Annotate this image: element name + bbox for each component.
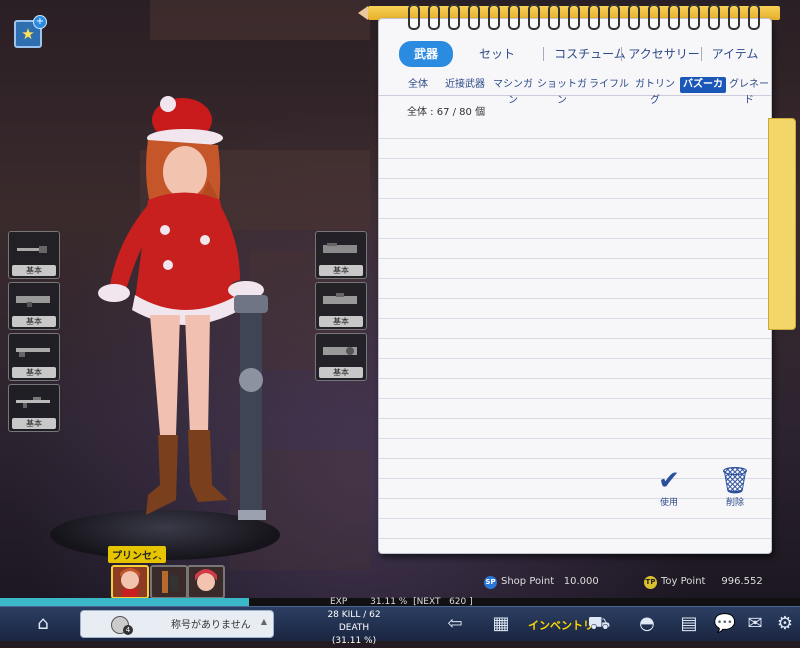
use-label: 使用 — [659, 498, 678, 508]
back-arrow-icon[interactable]: ⇦ — [442, 611, 468, 637]
subtab-melee[interactable]: 近接武器 — [443, 77, 487, 93]
subtab-all[interactable]: 全体 — [405, 77, 431, 93]
gatling-icon — [323, 243, 357, 253]
kd-ratio-text: (31.11 %) — [331, 636, 377, 646]
delete-label: 削除 — [725, 498, 744, 508]
mail-icon[interactable]: ✉ — [742, 611, 768, 637]
notebook-rings — [390, 4, 770, 30]
subtab-grenade[interactable]: グレネード — [727, 77, 771, 106]
shop-point-value: 10.000 — [563, 576, 599, 587]
favorite-button[interactable]: ★ + — [14, 15, 47, 48]
weapon-slot-left-2[interactable]: 基本 — [8, 282, 60, 330]
subtab-shotgun[interactable]: ショットガン — [537, 77, 587, 106]
title-selector[interactable]: 4 称号がありません ▲ — [80, 610, 274, 638]
tab-accessory[interactable]: アクセサリー — [623, 41, 705, 67]
chat-icon[interactable]: 💬 — [712, 611, 738, 637]
weapon-slot-left-4[interactable]: 基本 — [8, 384, 60, 432]
avatar-redhair-icon — [195, 569, 217, 591]
exp-bar-fill — [0, 598, 249, 606]
weapon-slot-right-1[interactable]: 基本 — [315, 231, 367, 279]
inventory-label[interactable]: インベントリ — [528, 617, 594, 633]
board-icon[interactable]: ▤ — [676, 611, 702, 637]
wall-block — [150, 0, 370, 40]
home-icon[interactable]: ⌂ — [30, 611, 56, 637]
kill-death-text: 28 KILL / 62 DEATH — [327, 610, 381, 633]
slot-label: 基本 — [12, 316, 56, 327]
gear-icon[interactable]: ⚙ — [772, 611, 798, 637]
shotgun-icon — [16, 348, 50, 357]
sub-tab-bar: 全体 近接武器 マシンガン ショットガン ライフル ガトリング バズーカ グレネ… — [379, 75, 771, 106]
title-text: 称号がありません — [171, 620, 251, 631]
weapon-slot-right-3[interactable]: 基本 — [315, 333, 367, 381]
speaker-icon[interactable]: ◀) — [152, 546, 166, 560]
launcher-icon — [323, 293, 357, 304]
character-select-3[interactable] — [187, 565, 225, 599]
ruled-paper — [379, 119, 771, 553]
subtab-rifle[interactable]: ライフル — [589, 77, 629, 93]
level-badge: 4 — [123, 625, 133, 635]
tab-set[interactable]: セット — [471, 41, 523, 67]
trash-icon: 🗑 — [718, 466, 752, 496]
toy-point-display: TP Toy Point 996.552 — [644, 576, 763, 589]
tab-costume[interactable]: コスチューム — [549, 41, 631, 67]
subtab-bazooka[interactable]: バズーカ — [680, 77, 726, 93]
slot-label: 基本 — [319, 367, 363, 378]
dropdown-arrow-icon: ▲ — [260, 617, 267, 626]
slot-label: 基本 — [319, 265, 363, 276]
avatar-girl-icon — [120, 568, 140, 597]
calendar-icon[interactable]: ▦ — [488, 611, 514, 637]
rifle-icon — [16, 397, 50, 408]
tab-weapons[interactable]: 武器 — [399, 41, 453, 67]
tab-divider — [621, 47, 622, 61]
weapon-slot-right-2[interactable]: 基本 — [315, 282, 367, 330]
bookmark-tab[interactable] — [768, 118, 796, 330]
main-tab-bar: 武器 セット コスチューム アクセサリー アイテム — [379, 41, 771, 67]
star-icon: ★ — [21, 25, 35, 43]
delete-button[interactable]: 🗑 削除 — [717, 467, 753, 508]
tp-badge-icon: TP — [644, 576, 657, 589]
character-select-2[interactable] — [150, 565, 188, 599]
shop-point-display: SP Shop Point 10.000 — [484, 576, 599, 589]
bottom-menu-bar: ⌂ 4 称号がありません ▲ 28 KILL / 62 DEATH (31.11… — [0, 606, 800, 646]
sp-badge-icon: SP — [484, 576, 497, 589]
use-button[interactable]: ✔ 使用 — [651, 467, 687, 508]
grenade-launcher-icon — [323, 347, 357, 355]
slot-label: 基本 — [319, 316, 363, 327]
weapon-slot-left-3[interactable]: 基本 — [8, 333, 60, 381]
helmet-icon[interactable]: ◓ — [634, 611, 660, 637]
weapon-slot-left-1[interactable]: 基本 — [8, 231, 60, 279]
tab-divider — [701, 47, 702, 61]
inventory-notebook: 武器 セット コスチューム アクセサリー アイテム 全体 近接武器 マシンガン … — [378, 18, 772, 554]
subtab-machinegun[interactable]: マシンガン — [489, 77, 537, 106]
toy-point-value: 996.552 — [721, 576, 763, 587]
bazooka-icon — [16, 296, 50, 307]
toy-point-label: Toy Point — [661, 576, 706, 587]
cart-icon[interactable]: ⛟ — [586, 611, 612, 637]
knife-icon — [17, 246, 47, 253]
character-model[interactable] — [90, 90, 290, 530]
inventory-count: 全体 : 67 / 80 個 — [407, 107, 486, 118]
character-select-1[interactable] — [111, 565, 149, 599]
checkmark-icon: ✔ — [658, 466, 680, 496]
game-scene: ★ + 基本 基本 基本 基本 基本 基本 基本 プリンセス ◀) 武器 セット… — [0, 0, 800, 600]
slot-label: 基本 — [12, 367, 56, 378]
kill-death-display: 28 KILL / 62 DEATH (31.11 %) — [312, 609, 396, 648]
tab-item[interactable]: アイテム — [705, 41, 765, 67]
slot-label: 基本 — [12, 418, 56, 429]
shop-point-label: Shop Point — [501, 576, 555, 587]
avatar-item-icon — [162, 571, 178, 593]
slot-label: 基本 — [12, 265, 56, 276]
tab-divider — [543, 47, 544, 61]
plus-icon: + — [33, 15, 47, 29]
subtab-gatling[interactable]: ガトリング — [632, 77, 678, 106]
